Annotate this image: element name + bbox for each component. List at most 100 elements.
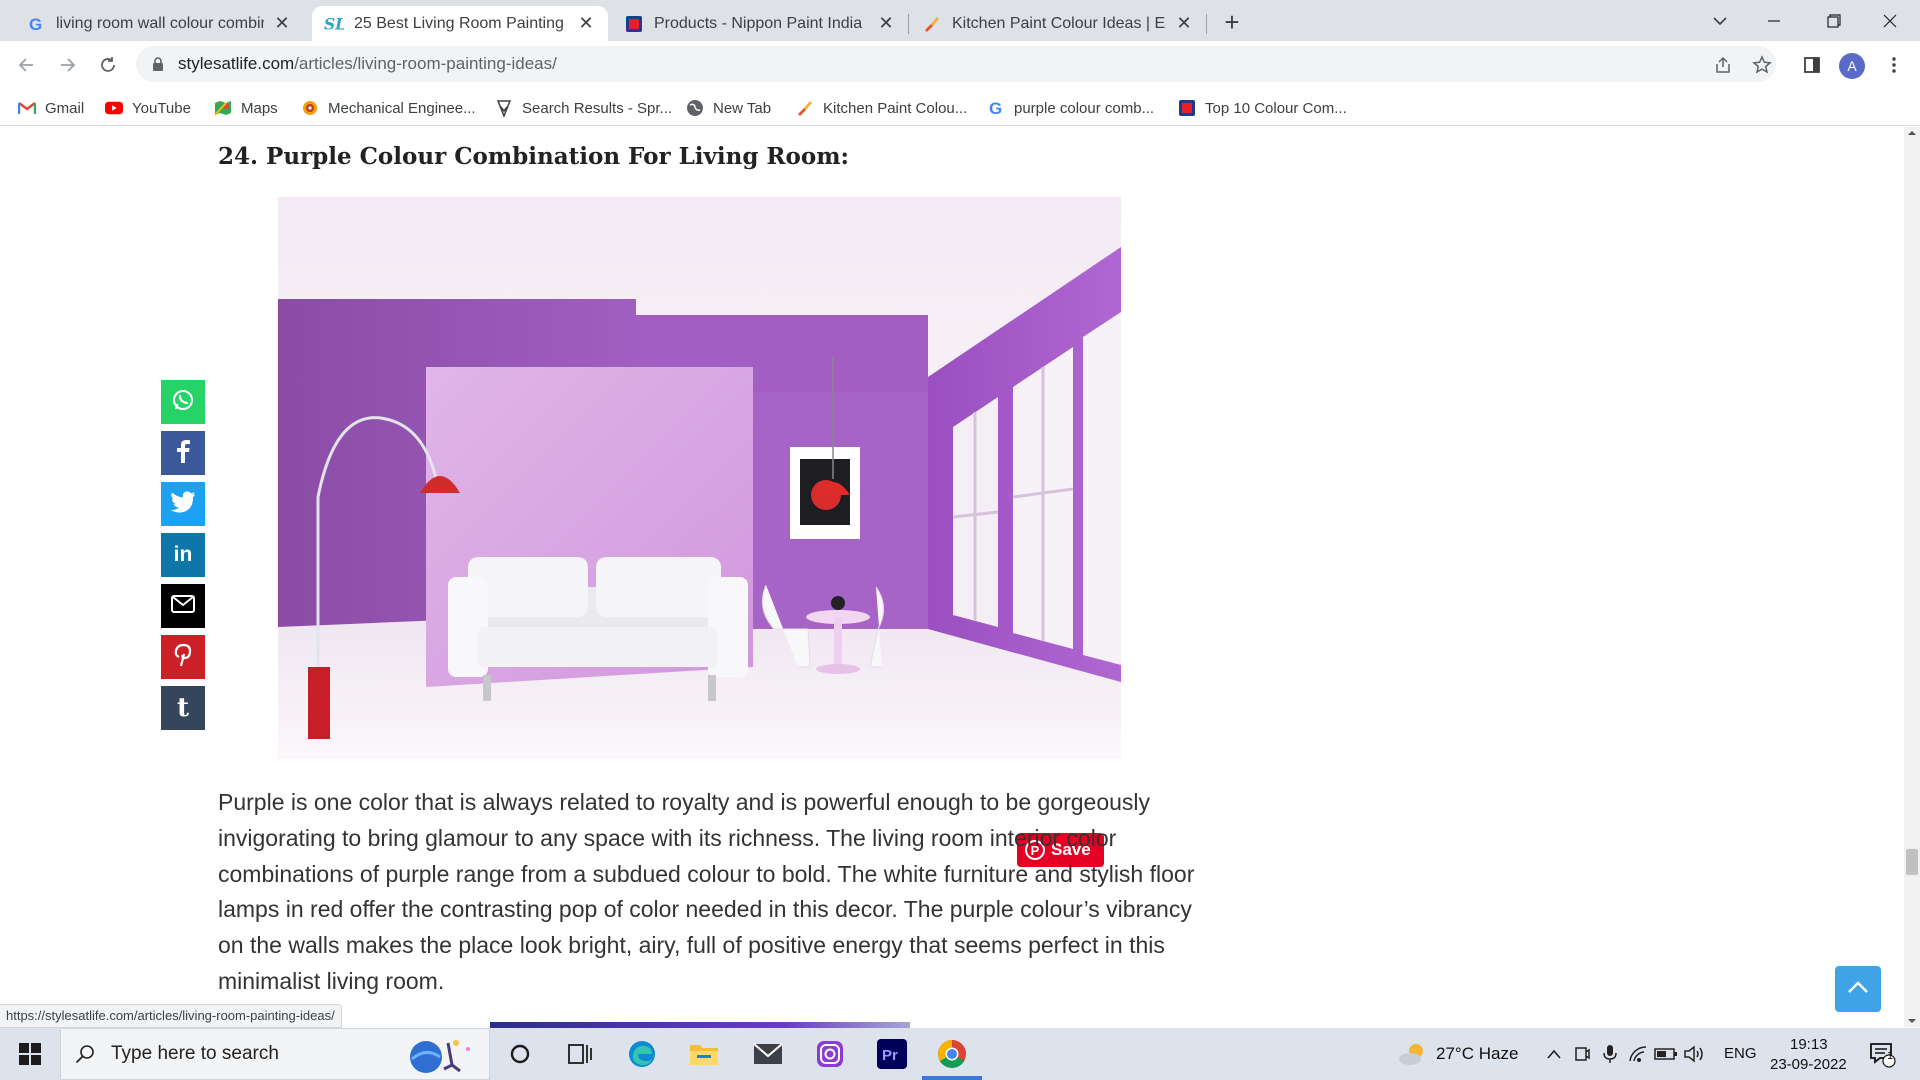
linkedin-share-button[interactable]: in: [161, 533, 205, 577]
gmail-icon: [18, 99, 36, 117]
search-results-icon: [495, 99, 513, 117]
link-status-bubble: https://stylesatlife.com/articles/living…: [0, 1004, 342, 1028]
close-tab-icon[interactable]: ✕: [876, 13, 896, 34]
scrollbar-thumb[interactable]: [1906, 849, 1918, 875]
bookmark-gmail[interactable]: Gmail: [18, 96, 84, 120]
clock-time[interactable]: 19:13: [1790, 1036, 1828, 1053]
notification-center-icon[interactable]: 1: [1864, 1036, 1900, 1072]
forward-arrow-icon[interactable]: [52, 49, 84, 81]
bookmark-label: Search Results - Spr...: [522, 99, 673, 117]
tab-separator: [908, 14, 909, 34]
bookmark-label: Maps: [241, 99, 278, 117]
address-bar[interactable]: stylesatlife.com/articles/living-room-pa…: [136, 46, 1776, 82]
stylesatlife-icon: SL: [324, 14, 344, 34]
close-window-icon[interactable]: [1862, 0, 1918, 41]
chevron-up-icon: [1847, 980, 1869, 999]
tab-title: Kitchen Paint Colour Ideas | Easy: [952, 14, 1166, 32]
tab-separator: [1206, 14, 1207, 34]
back-arrow-icon[interactable]: [10, 49, 42, 81]
bookmark-label: Kitchen Paint Colou...: [823, 99, 968, 117]
taskbar-search-box[interactable]: Type here to search: [60, 1028, 490, 1080]
menu-kebab-icon[interactable]: [1878, 49, 1910, 81]
bookmark-maps[interactable]: Maps: [214, 96, 278, 120]
close-tab-icon[interactable]: ✕: [272, 13, 292, 34]
page-viewport: 24. Purple Colour Combination For Living…: [0, 127, 1904, 1027]
tumblr-icon: t: [176, 693, 189, 723]
facebook-share-button[interactable]: [161, 431, 205, 475]
close-tab-icon[interactable]: ✕: [576, 13, 596, 34]
page-scrollbar[interactable]: [1904, 127, 1920, 1027]
tab-title: living room wall colour combinat: [56, 14, 264, 32]
tab-kitchen-paint[interactable]: Kitchen Paint Colour Ideas | Easy ✕: [910, 6, 1206, 41]
tab-strip: G living room wall colour combinat ✕ SL …: [0, 0, 1920, 41]
bookmark-star-icon[interactable]: [1746, 49, 1778, 81]
weather-icon[interactable]: [1394, 1036, 1430, 1072]
minimize-icon[interactable]: [1746, 0, 1802, 41]
bookmark-kitchen-paint[interactable]: Kitchen Paint Colou...: [796, 96, 967, 120]
svg-text:G: G: [29, 15, 42, 33]
bookmarks-bar: Gmail YouTube Maps Mechanical Enginee...…: [0, 88, 1920, 126]
linkedin-icon: in: [173, 543, 193, 566]
tab-search-icon[interactable]: [1692, 0, 1748, 41]
email-share-button[interactable]: [161, 584, 205, 628]
whatsapp-icon: [171, 388, 195, 417]
new-tab-button[interactable]: +: [1218, 7, 1246, 37]
search-icon: [75, 1044, 95, 1064]
bookmark-label: Mechanical Enginee...: [328, 99, 476, 117]
bookmark-label: Gmail: [45, 99, 85, 117]
browser-toolbar: stylesatlife.com/articles/living-room-pa…: [0, 41, 1920, 88]
language-indicator[interactable]: ENG: [1724, 1045, 1757, 1062]
nippon-icon: [1178, 99, 1196, 117]
windows-taskbar: Type here to search Pr 27°C Haze ENG 19:…: [0, 1028, 1920, 1080]
purple-living-room-image[interactable]: [278, 197, 1121, 759]
windows-start-icon[interactable]: [12, 1036, 48, 1072]
chrome-icon[interactable]: [934, 1036, 970, 1072]
restore-icon[interactable]: [1806, 0, 1862, 41]
url-domain: stylesatlife.com: [178, 54, 295, 73]
close-tab-icon[interactable]: ✕: [1174, 13, 1194, 34]
url-text[interactable]: stylesatlife.com/articles/living-room-pa…: [178, 54, 557, 74]
weather-text[interactable]: 27°C Haze: [1436, 1044, 1518, 1064]
search-placeholder: Type here to search: [111, 1043, 279, 1064]
notification-count: 1: [1887, 1050, 1894, 1062]
premiere-pro-icon[interactable]: Pr: [874, 1036, 910, 1072]
facebook-icon: [176, 439, 190, 468]
bookmark-new-tab[interactable]: New Tab: [686, 96, 771, 120]
bookmark-label: New Tab: [713, 99, 772, 117]
paint-brush-icon: [796, 99, 814, 117]
bookmark-purple-colour[interactable]: G purple colour comb...: [987, 96, 1154, 120]
twitter-share-button[interactable]: [161, 482, 205, 526]
bookmark-top-10-colour[interactable]: Top 10 Colour Com...: [1178, 96, 1347, 120]
reload-icon[interactable]: [92, 49, 124, 81]
tumblr-share-button[interactable]: t: [161, 686, 205, 730]
clock-date[interactable]: 23-09-2022: [1770, 1056, 1847, 1073]
speaker-icon[interactable]: [1676, 1036, 1712, 1072]
file-explorer-icon[interactable]: [686, 1036, 722, 1072]
share-icon[interactable]: [1707, 49, 1739, 81]
bookmark-mechanical[interactable]: Mechanical Enginee...: [301, 96, 476, 120]
side-panel-icon[interactable]: [1796, 49, 1828, 81]
instagram-app-icon[interactable]: [812, 1036, 848, 1072]
url-path: /articles/living-room-painting-ideas/: [294, 54, 557, 73]
mechanical-icon: [301, 99, 319, 117]
google-icon: G: [26, 14, 46, 34]
tab-stylesatlife[interactable]: SL 25 Best Living Room Painting De ✕: [312, 6, 608, 41]
svg-text:Pr: Pr: [882, 1047, 898, 1064]
tab-google-search[interactable]: G living room wall colour combinat ✕: [14, 6, 304, 41]
mail-icon[interactable]: [750, 1036, 786, 1072]
pinterest-p-icon: [174, 643, 192, 672]
whatsapp-share-button[interactable]: [161, 380, 205, 424]
edge-icon[interactable]: [624, 1036, 660, 1072]
bookmark-search-results[interactable]: Search Results - Spr...: [495, 96, 672, 120]
lock-icon[interactable]: [150, 56, 166, 72]
profile-avatar[interactable]: A: [1839, 53, 1865, 79]
cortana-icon[interactable]: [502, 1036, 538, 1072]
back-to-top-button[interactable]: [1835, 966, 1881, 1012]
tab-nippon-products[interactable]: Products - Nippon Paint India ✕: [612, 6, 908, 41]
bookmark-label: Top 10 Colour Com...: [1205, 99, 1347, 117]
chrome-active-indicator: [922, 1076, 982, 1080]
pinterest-share-button[interactable]: [161, 635, 205, 679]
bookmark-youtube[interactable]: YouTube: [105, 96, 191, 120]
youtube-icon: [105, 99, 123, 117]
task-view-icon[interactable]: [562, 1036, 598, 1072]
